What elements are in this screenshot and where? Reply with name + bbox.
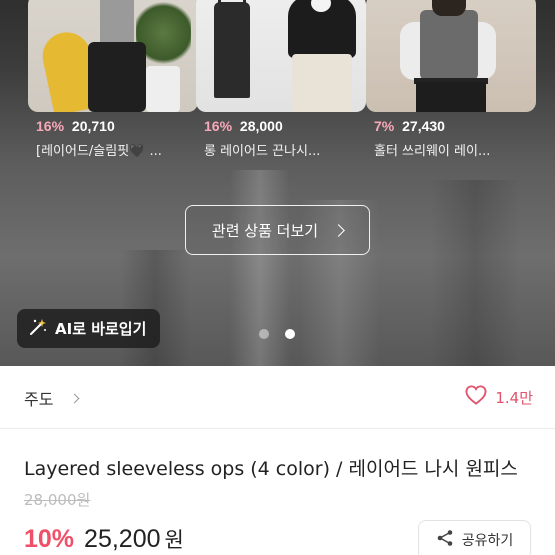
share-icon [436, 529, 454, 551]
related-products-more-label: 관련 상품 더보기 [211, 221, 319, 240]
related-product-thumbnail [196, 0, 366, 112]
seller-name: 주도 [24, 390, 54, 409]
thumb-decor [420, 10, 478, 80]
related-product-discount: 16% [204, 118, 233, 134]
image-fold [120, 250, 190, 366]
carousel-pagination [259, 329, 295, 339]
thumb-decor [146, 66, 180, 112]
chevron-right-icon [332, 223, 345, 237]
related-product-discount: 7% [374, 118, 395, 134]
sale-price: 25,200 [84, 525, 161, 553]
seller-link[interactable]: 주도 [24, 386, 80, 410]
product-image-carousel[interactable]: 16% 20,710 [레이어드/슬림핏🖤 ... 16% 28,000 롱 레… [0, 0, 555, 366]
pagination-dot-active[interactable] [285, 329, 295, 339]
currency-unit: 원 [164, 528, 184, 552]
thumb-decor [214, 2, 250, 98]
related-product-card[interactable]: 16% 28,000 롱 레이어드 끈나시... [196, 0, 366, 174]
related-product-name: 홀터 쓰리웨이 레이... [374, 144, 491, 159]
related-product-card[interactable]: 16% 20,710 [레이어드/슬림핏🖤 ... [28, 0, 198, 174]
ai-try-on-label: AI로 바로입기 [55, 320, 147, 338]
like-button[interactable]: 1.4만 [465, 385, 533, 409]
related-product-price-row: 16% 28,000 [204, 118, 283, 134]
related-product-discount: 16% [36, 118, 65, 134]
thumb-decor [88, 42, 146, 112]
related-product-thumbnail [28, 0, 198, 112]
seller-bar: 주도 1.4만 [0, 366, 555, 429]
pagination-dot[interactable] [259, 329, 269, 339]
related-product-price: 20,710 [71, 118, 115, 134]
share-label: 공유하기 [461, 533, 514, 549]
ai-try-on-button[interactable]: AI로 바로입기 [17, 309, 160, 348]
heart-outline-icon [465, 385, 487, 409]
thumb-decor [292, 54, 352, 112]
related-products-more-button[interactable]: 관련 상품 더보기 [185, 205, 370, 255]
related-product-thumbnail [366, 0, 536, 112]
product-title: Layered sleeveless ops (4 color) / 레이어드 … [24, 458, 518, 480]
thumb-decor [432, 0, 466, 16]
discount-rate: 10% [24, 525, 75, 553]
thumb-decor [416, 82, 486, 112]
related-product-price-row: 16% 20,710 [36, 118, 115, 134]
image-fold [430, 180, 520, 366]
related-product-card[interactable]: 7% 27,430 홀터 쓰리웨이 레이... [366, 0, 536, 174]
price-line: 10% 25,200 원 [24, 524, 184, 554]
original-price: 28,000원 [24, 491, 91, 509]
related-product-price: 27,430 [402, 118, 445, 134]
like-count: 1.4만 [495, 388, 533, 407]
thumb-decor [100, 0, 134, 42]
related-product-price-row: 7% 27,430 [374, 118, 445, 134]
chevron-right-icon [70, 393, 80, 403]
share-button[interactable]: 공유하기 [418, 520, 531, 555]
related-product-price: 28,000 [239, 118, 283, 134]
related-product-name: [레이어드/슬림핏🖤 ... [36, 144, 162, 159]
related-product-name: 롱 레이어드 끈나시... [204, 144, 321, 159]
magic-wand-icon [29, 318, 47, 340]
